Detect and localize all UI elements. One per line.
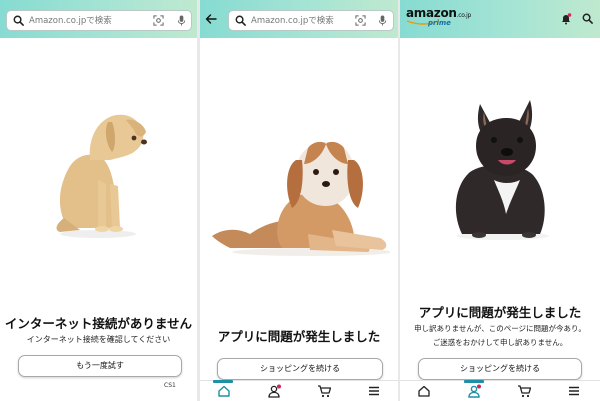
error-title: インターネット接続がありません: [4, 316, 193, 331]
app-error-detail-screen: amazon.co.jp prime アプリに問題が発生しました 申し訳ありませ…: [400, 0, 600, 401]
cart-icon[interactable]: [317, 384, 331, 398]
microphone-icon[interactable]: [378, 15, 387, 26]
account-icon[interactable]: [467, 384, 481, 398]
error-code: CS1: [164, 382, 176, 389]
logo-text: amazon: [406, 6, 457, 20]
search-input[interactable]: Amazon.co.jpで検索: [6, 10, 192, 31]
camera-scan-icon[interactable]: [153, 15, 164, 26]
header-bar: amazon.co.jp prime: [400, 0, 600, 38]
error-message-line1: 申し訳ありませんが、このページに問題が今あり。: [414, 324, 586, 333]
back-arrow-icon[interactable]: [205, 14, 217, 24]
active-tab-indicator: [464, 380, 484, 383]
screenshot-collage: Amazon.co.jpで検索 インターネット接続がありません インターネット接…: [0, 0, 600, 401]
continue-shopping-button[interactable]: ショッピングを続ける: [217, 358, 383, 380]
error-title: アプリに問題が発生しました: [217, 329, 381, 344]
search-placeholder: Amazon.co.jpで検索: [29, 16, 112, 26]
retry-button[interactable]: もう一度試す: [18, 355, 182, 377]
microphone-icon[interactable]: [177, 15, 186, 26]
search-icon: [235, 15, 246, 26]
cart-icon[interactable]: [517, 384, 531, 398]
error-title: アプリに問題が発生しました: [418, 305, 582, 320]
search-placeholder: Amazon.co.jpで検索: [251, 16, 334, 26]
notification-badge-icon: [277, 384, 281, 389]
error-message-line2: ご迷惑をおかけして申し訳ありません。: [432, 338, 568, 347]
cavalier-dog-image: [212, 141, 390, 256]
notification-badge-icon: [477, 384, 481, 389]
header-bar: Amazon.co.jpで検索: [200, 0, 398, 38]
search-icon[interactable]: [582, 13, 593, 24]
home-icon[interactable]: [417, 384, 431, 398]
search-icon: [13, 15, 24, 26]
menu-icon[interactable]: [367, 384, 381, 398]
french-bulldog-image: [455, 100, 549, 240]
bottom-navigation: [200, 380, 398, 401]
home-icon[interactable]: [217, 384, 231, 398]
menu-icon[interactable]: [567, 384, 581, 398]
app-error-screen: Amazon.co.jpで検索 アプリに問題が発生しました ショッピングを続ける: [200, 0, 398, 401]
camera-scan-icon[interactable]: [355, 15, 366, 26]
header-bar: Amazon.co.jpで検索: [0, 0, 197, 38]
continue-shopping-button[interactable]: ショッピングを続ける: [418, 358, 582, 380]
account-icon[interactable]: [267, 384, 281, 398]
bell-icon[interactable]: [560, 13, 572, 25]
logo-prime: prime: [428, 19, 451, 27]
search-input[interactable]: Amazon.co.jpで検索: [228, 10, 394, 31]
logo-suffix: .co.jp: [456, 12, 472, 19]
no-connection-screen: Amazon.co.jpで検索 インターネット接続がありません インターネット接…: [0, 0, 197, 401]
bottom-navigation: [400, 380, 600, 401]
labrador-dog-image: [56, 114, 147, 238]
active-tab-indicator: [213, 380, 233, 383]
error-subtitle: インターネット接続を確認してください: [26, 335, 171, 344]
